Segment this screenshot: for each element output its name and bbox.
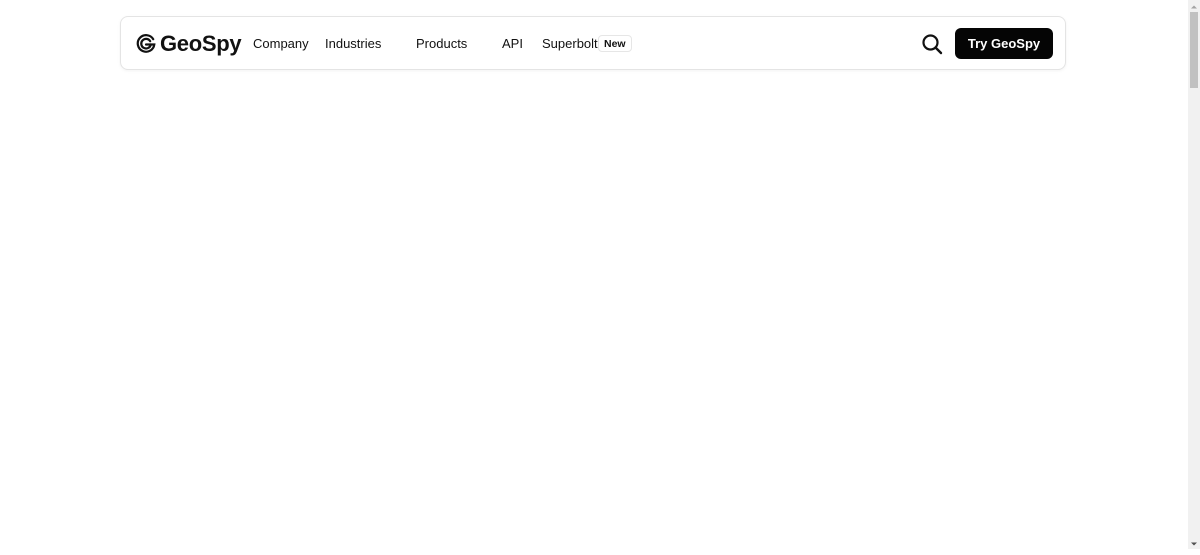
geospy-logo-icon — [136, 34, 156, 54]
try-geospy-button[interactable]: Try GeoSpy — [955, 28, 1053, 59]
scroll-down-arrow-icon[interactable] — [1188, 537, 1200, 549]
scrollbar-thumb[interactable] — [1190, 12, 1198, 88]
nav-item-superbolt[interactable]: Superbolt — [542, 36, 598, 52]
nav-item-industries[interactable]: Industries — [325, 36, 381, 52]
new-badge: New — [598, 35, 632, 52]
nav-item-company[interactable]: Company — [253, 36, 309, 52]
search-icon[interactable] — [921, 33, 943, 55]
vertical-scrollbar[interactable] — [1188, 0, 1200, 549]
logo-link[interactable]: GeoSpy — [136, 31, 242, 56]
nav-item-api[interactable]: API — [502, 36, 523, 52]
page: GeoSpy Company Industries Products API S… — [0, 0, 1188, 549]
navbar: GeoSpy Company Industries Products API S… — [120, 16, 1066, 70]
nav-item-products[interactable]: Products — [416, 36, 467, 52]
brand-name: GeoSpy — [160, 31, 242, 56]
scroll-up-arrow-icon[interactable] — [1188, 0, 1200, 12]
